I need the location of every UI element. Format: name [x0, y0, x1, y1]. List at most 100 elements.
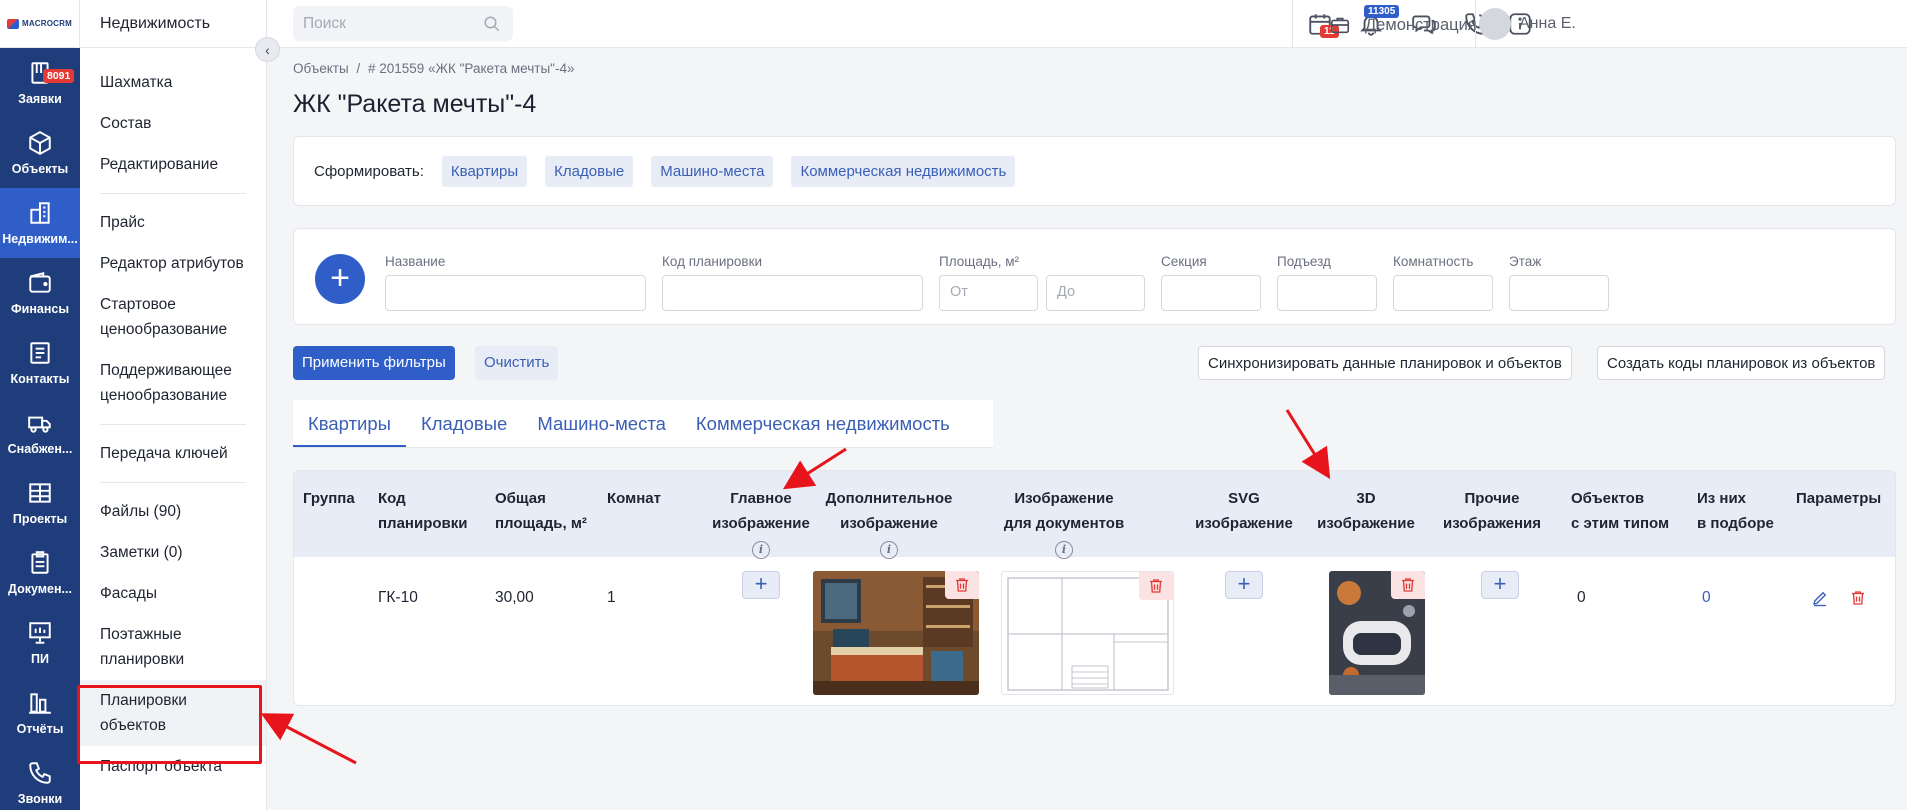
- rail-item-1[interactable]: Объекты: [0, 118, 80, 188]
- entrance-filter-input[interactable]: [1277, 275, 1377, 311]
- edit-layout-button[interactable]: [1811, 589, 1829, 612]
- sync-layouts-button[interactable]: Синхронизировать данные планировок и объ…: [1198, 346, 1572, 380]
- briefcase-icon: [1330, 17, 1350, 34]
- demo-mode-button[interactable]: Демонстрация: [1329, 14, 1477, 36]
- contacts-icon: [30, 342, 50, 364]
- generate-apartments-button[interactable]: Квартиры: [441, 155, 528, 187]
- generate-storage-button[interactable]: Кладовые: [545, 155, 634, 187]
- info-icon[interactable]: i: [752, 541, 770, 559]
- create-layout-codes-button[interactable]: Создать коды планировок из объектов: [1597, 346, 1886, 380]
- rail-item-label: Отчёты: [16, 722, 64, 736]
- docs-image-thumbnail[interactable]: [1001, 571, 1174, 695]
- sidebar-item[interactable]: Поэтажные планировки: [80, 614, 266, 680]
- rail-item-6[interactable]: Проекты: [0, 468, 80, 538]
- cell-area: 30,00: [495, 589, 534, 606]
- extra-image-thumbnail[interactable]: [813, 571, 979, 695]
- rail-item-4[interactable]: Контакты: [0, 328, 80, 398]
- rail-item-label: Заявки: [18, 92, 62, 106]
- sidebar-collapse-button[interactable]: ‹: [255, 37, 280, 62]
- sidebar-item[interactable]: Шахматка: [80, 62, 266, 103]
- rail-item-label: Объекты: [11, 162, 69, 176]
- rail-item-7[interactable]: Докумен...: [0, 538, 80, 608]
- rail-item-8[interactable]: ПИ: [0, 608, 80, 678]
- floor-filter-input[interactable]: [1509, 275, 1609, 311]
- section-filter-input[interactable]: [1161, 275, 1261, 311]
- rail-item-10[interactable]: Звонки: [0, 748, 80, 810]
- rail-item-5[interactable]: Снабжен...: [0, 398, 80, 468]
- apply-filters-button[interactable]: Применить фильтры: [293, 346, 455, 380]
- section-filter-label: Секция: [1161, 254, 1207, 269]
- generate-commercial-button[interactable]: Коммерческая недвижимость: [791, 155, 1016, 187]
- info-icon[interactable]: i: [1055, 541, 1073, 559]
- tab-storage[interactable]: Кладовые: [406, 400, 522, 447]
- col-svg-image: SVG изображение: [1195, 490, 1293, 532]
- area-to-input[interactable]: До: [1046, 275, 1145, 311]
- sidebar-item[interactable]: Файлы (90): [80, 491, 266, 532]
- add-layout-button[interactable]: +: [315, 254, 365, 304]
- user-menu[interactable]: Анна Е.: [1479, 8, 1576, 40]
- breadcrumb-separator: /: [356, 61, 361, 76]
- sidebar-divider: [100, 424, 246, 425]
- area-filter-label: Площадь, м²: [939, 254, 1020, 269]
- tab-parking[interactable]: Машино-места: [522, 400, 681, 447]
- cell-objects-count: 0: [1577, 589, 1586, 606]
- add-main-image-button[interactable]: +: [742, 571, 780, 599]
- tab-apartments[interactable]: Квартиры: [293, 400, 406, 447]
- sidebar-item[interactable]: Прайс: [80, 202, 266, 243]
- add-other-images-button[interactable]: +: [1481, 571, 1519, 599]
- rail-item-0[interactable]: Заявки 8091: [0, 48, 80, 118]
- generate-parking-button[interactable]: Машино-места: [651, 155, 774, 187]
- code-filter-input[interactable]: [662, 275, 923, 311]
- delete-docs-image-button[interactable]: [1139, 572, 1173, 600]
- main-nav-rail: MACROCRM Заявки 8091 Объекты Недвижим... Фин…: [0, 0, 80, 810]
- col-params: Параметры: [1796, 490, 1882, 507]
- sidebar-item[interactable]: Заметки (0): [80, 532, 266, 573]
- sidebar-divider: [100, 193, 246, 194]
- main-content: Объекты / # 201559 «ЖК "Ракета мечты"-4»…: [293, 48, 1896, 706]
- sidebar-item[interactable]: Состав: [80, 103, 266, 144]
- rail-item-9[interactable]: Отчёты: [0, 678, 80, 748]
- clipboard-icon: [31, 551, 49, 574]
- sidebar-item[interactable]: Передача ключей: [80, 433, 266, 474]
- cell-in-selection-link[interactable]: 0: [1702, 589, 1711, 607]
- delete-layout-button[interactable]: [1849, 589, 1867, 612]
- pencil-icon: [1813, 591, 1827, 607]
- sidebar-item[interactable]: Редактор атрибутов: [80, 243, 266, 284]
- filters-panel: + Название Код планировки Площадь, м² От…: [293, 228, 1896, 325]
- phone-icon: [29, 762, 51, 784]
- sidebar-title: Недвижимость: [80, 0, 266, 48]
- name-filter-input[interactable]: [385, 275, 646, 311]
- rail-item-2[interactable]: Недвижим...: [0, 188, 80, 258]
- chevron-left-icon: ‹: [265, 41, 270, 58]
- col-3d-image: 3D изображение: [1317, 490, 1415, 532]
- sidebar-item[interactable]: Редактирование: [80, 144, 266, 185]
- 3d-image-thumbnail[interactable]: [1329, 571, 1425, 695]
- add-svg-image-button[interactable]: +: [1225, 571, 1263, 599]
- rooms-filter-input[interactable]: [1393, 275, 1493, 311]
- breadcrumb-root[interactable]: Объекты: [293, 61, 349, 76]
- search-icon: [484, 16, 500, 32]
- search-placeholder: Поиск: [303, 15, 346, 32]
- brand-logo-mark: MACROCRM: [6, 18, 72, 29]
- wallet-icon: [29, 272, 51, 293]
- cube-icon: [29, 131, 51, 155]
- sidebar-divider: [100, 482, 246, 483]
- tab-commercial[interactable]: Коммерческая недвижимость: [681, 400, 965, 447]
- delete-extra-image-button[interactable]: [945, 571, 979, 599]
- trash-icon: [956, 578, 968, 592]
- col-extra-image: Дополнительное изображение i: [809, 486, 969, 561]
- demo-label: Демонстрация: [1365, 15, 1477, 34]
- col-docs-image: Изображение для документов i: [984, 486, 1144, 561]
- sidebar-item[interactable]: Стартовое ценообразование: [80, 284, 266, 350]
- rail-item-3[interactable]: Финансы: [0, 258, 80, 328]
- sidebar-item[interactable]: Поддерживающее ценообразование: [80, 350, 266, 416]
- brand-logo[interactable]: MACROCRM: [0, 0, 80, 48]
- area-from-input[interactable]: От: [939, 275, 1038, 311]
- delete-3d-image-button[interactable]: [1391, 571, 1425, 599]
- search-input[interactable]: Поиск: [293, 6, 513, 41]
- generate-label: Сформировать:: [314, 162, 424, 180]
- sidebar-item[interactable]: Фасады: [80, 573, 266, 614]
- clear-filters-button[interactable]: Очистить: [475, 346, 559, 380]
- info-icon[interactable]: i: [880, 541, 898, 559]
- annotation-highlight-box: [77, 685, 262, 764]
